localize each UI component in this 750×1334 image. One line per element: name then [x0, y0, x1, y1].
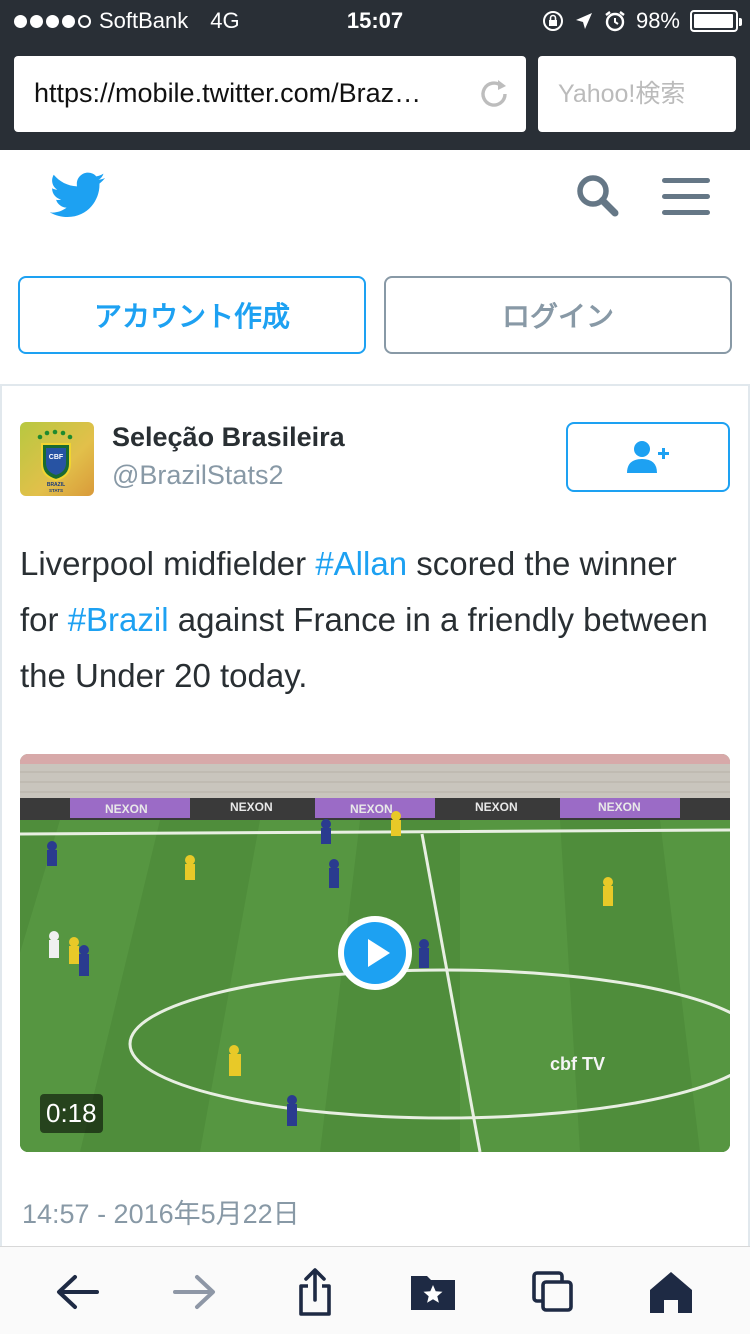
status-bar: SoftBank 4G 15:07 98%: [0, 0, 750, 40]
board-text: NEXON: [350, 802, 393, 816]
board-text: NEXON: [598, 800, 641, 814]
login-button[interactable]: ログイン: [384, 276, 732, 354]
video-duration: 0:18: [40, 1094, 103, 1133]
battery-icon: [690, 10, 742, 32]
tweet-text-part: Liverpool midfielder: [20, 545, 316, 582]
search-icon[interactable]: [574, 172, 620, 218]
url-text[interactable]: https://mobile.twitter.com/Braz…: [34, 78, 474, 109]
cbf-tv-text: cbf TV: [550, 1054, 605, 1074]
board-text: NEXON: [475, 800, 518, 814]
location-icon: [575, 13, 592, 29]
tabs-icon[interactable]: [531, 1270, 575, 1314]
reload-icon[interactable]: [476, 76, 512, 112]
forward-arrow-icon[interactable]: [173, 1272, 217, 1312]
twitter-bird-icon[interactable]: [50, 172, 106, 220]
bookmarks-icon[interactable]: [409, 1272, 457, 1312]
back-button[interactable]: [52, 1267, 102, 1317]
back-arrow-icon[interactable]: [55, 1272, 99, 1312]
board-text: NEXON: [230, 800, 273, 814]
status-right: 98%: [542, 8, 742, 34]
follow-user-icon: [627, 441, 669, 473]
tweet-timestamp[interactable]: 14:57 - 2016年5月22日: [22, 1192, 300, 1231]
svg-text:STATS: STATS: [49, 488, 63, 493]
cbf-tv-watermark: cbf TV: [550, 1054, 605, 1074]
avatar[interactable]: CBF BRAZIL STATS: [20, 422, 94, 496]
alarm-icon: [605, 11, 625, 32]
signup-button[interactable]: アカウント作成: [18, 276, 366, 354]
svg-text:CBF: CBF: [49, 454, 64, 461]
video-player[interactable]: NEXON NEXON NEXON NEXON NEXON cbf TV 0:1…: [20, 754, 730, 1152]
home-icon[interactable]: [649, 1270, 693, 1314]
user-handle[interactable]: @BrazilStats2: [112, 460, 283, 491]
hashtag-allan[interactable]: #Allan: [315, 545, 407, 582]
battery-fill: [694, 14, 734, 28]
share-icon[interactable]: [295, 1268, 335, 1316]
browser-chrome: SoftBank 4G 15:07 98% https://mobile.twi…: [0, 0, 750, 150]
play-icon[interactable]: [344, 922, 406, 984]
bookmarks-button[interactable]: [408, 1267, 458, 1317]
share-button[interactable]: [290, 1267, 340, 1317]
play-button[interactable]: [338, 916, 412, 990]
tweet-text: Liverpool midfielder #Allan scored the w…: [20, 536, 720, 704]
forward-button[interactable]: [170, 1267, 220, 1317]
display-name[interactable]: Seleção Brasileira: [112, 422, 345, 453]
auth-buttons: アカウント作成 ログイン: [18, 276, 732, 354]
browser-toolbar: [0, 1246, 750, 1334]
search-bar[interactable]: [538, 56, 736, 132]
board-text: NEXON: [105, 802, 148, 816]
hamburger-menu-icon[interactable]: [662, 176, 710, 218]
rotation-lock-icon: [542, 11, 563, 31]
address-bar[interactable]: https://mobile.twitter.com/Braz…: [14, 56, 526, 132]
hashtag-brazil[interactable]: #Brazil: [68, 601, 169, 638]
battery-percent: 98%: [635, 8, 680, 33]
home-button[interactable]: [646, 1267, 696, 1317]
yahoo-search-input[interactable]: [538, 56, 736, 132]
tabs-button[interactable]: [528, 1267, 578, 1317]
follow-button[interactable]: [566, 422, 730, 492]
tweet-card: CBF BRAZIL STATS Seleção Brasileira @Bra…: [0, 384, 750, 1254]
cbf-crest-avatar: CBF BRAZIL STATS: [20, 422, 94, 496]
